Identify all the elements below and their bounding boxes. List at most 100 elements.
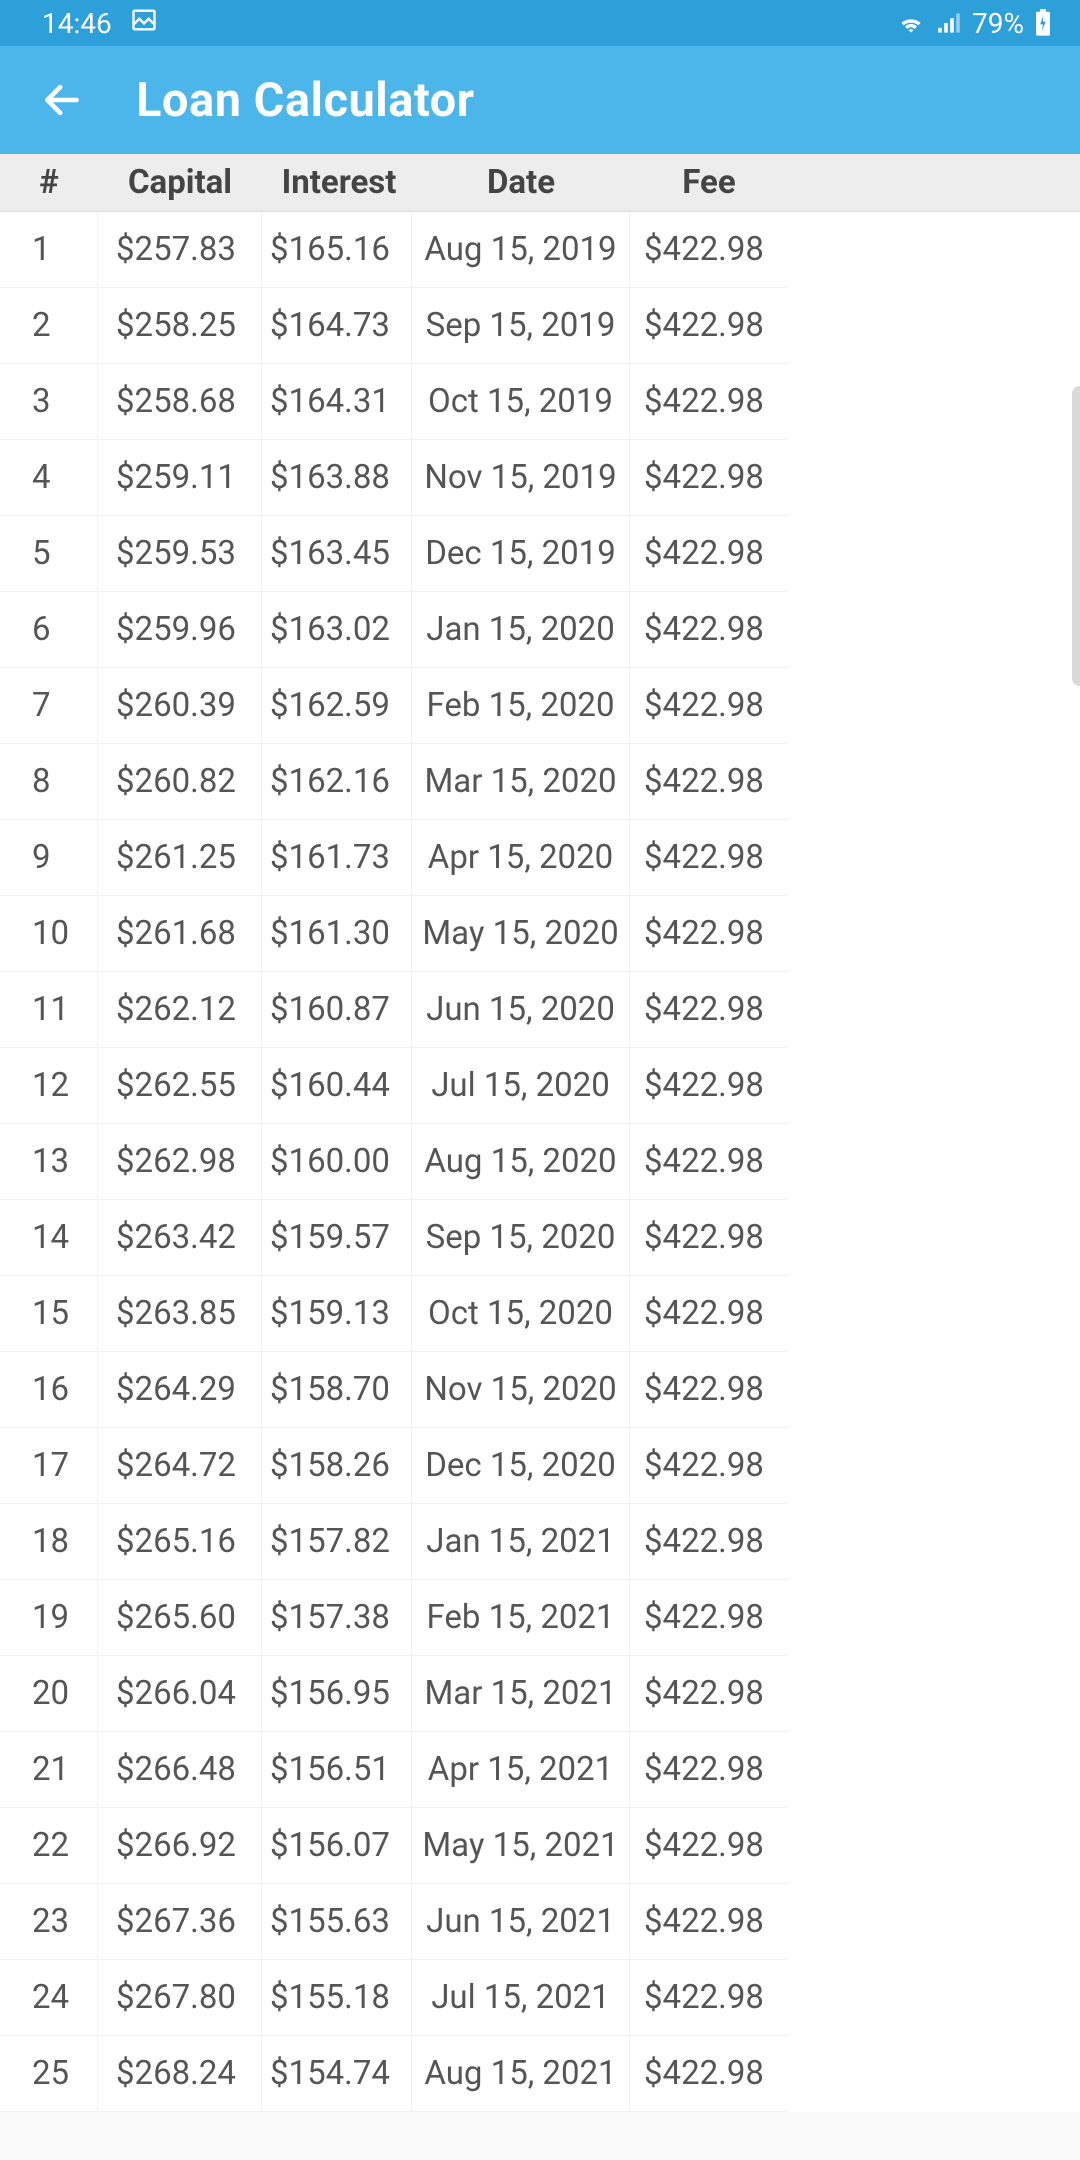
cell-date: Jul 15, 2021 [412, 1960, 630, 2036]
cell-date: Nov 15, 2020 [412, 1352, 630, 1428]
scroll-indicator[interactable] [1072, 386, 1080, 686]
cell-interest: $156.51 [262, 1732, 412, 1808]
cell-date: Jun 15, 2020 [412, 972, 630, 1048]
cell-fee: $422.98 [630, 212, 788, 288]
cell-fee: $422.98 [630, 2036, 788, 2112]
table-row: 1$257.83$165.16Aug 15, 2019$422.98 [0, 212, 1080, 288]
app-bar: Loan Calculator [0, 46, 1080, 154]
cell-capital: $267.36 [98, 1884, 262, 1960]
cell-fee: $422.98 [630, 364, 788, 440]
cell-interest: $159.57 [262, 1200, 412, 1276]
cell-date: Sep 15, 2019 [412, 288, 630, 364]
picture-icon [130, 6, 158, 41]
cell-num: 6 [0, 592, 98, 668]
table-row: 8$260.82$162.16Mar 15, 2020$422.98 [0, 744, 1080, 820]
cell-interest: $163.88 [262, 440, 412, 516]
cell-interest: $164.73 [262, 288, 412, 364]
cell-date: Jan 15, 2020 [412, 592, 630, 668]
cell-num: 4 [0, 440, 98, 516]
cell-num: 18 [0, 1504, 98, 1580]
cell-capital: $261.25 [98, 820, 262, 896]
table-row: 20$266.04$156.95Mar 15, 2021$422.98 [0, 1656, 1080, 1732]
cell-num: 16 [0, 1352, 98, 1428]
cell-num: 21 [0, 1732, 98, 1808]
cell-date: Dec 15, 2019 [412, 516, 630, 592]
header-num: # [0, 163, 98, 202]
cell-capital: $265.16 [98, 1504, 262, 1580]
table-row: 25$268.24$154.74Aug 15, 2021$422.98 [0, 2036, 1080, 2112]
cell-fee: $422.98 [630, 820, 788, 896]
cell-num: 8 [0, 744, 98, 820]
cell-num: 2 [0, 288, 98, 364]
cell-num: 25 [0, 2036, 98, 2112]
cell-date: Oct 15, 2019 [412, 364, 630, 440]
signal-icon [936, 11, 962, 35]
cell-fee: $422.98 [630, 668, 788, 744]
table-row: 4$259.11$163.88Nov 15, 2019$422.98 [0, 440, 1080, 516]
cell-fee: $422.98 [630, 1276, 788, 1352]
cell-capital: $257.83 [98, 212, 262, 288]
cell-capital: $260.82 [98, 744, 262, 820]
cell-fee: $422.98 [630, 896, 788, 972]
cell-num: 23 [0, 1884, 98, 1960]
cell-fee: $422.98 [630, 592, 788, 668]
cell-date: Aug 15, 2021 [412, 2036, 630, 2112]
cell-capital: $259.53 [98, 516, 262, 592]
cell-interest: $154.74 [262, 2036, 412, 2112]
cell-interest: $156.95 [262, 1656, 412, 1732]
cell-capital: $267.80 [98, 1960, 262, 2036]
cell-fee: $422.98 [630, 1732, 788, 1808]
cell-interest: $158.26 [262, 1428, 412, 1504]
table-row: 3$258.68$164.31Oct 15, 2019$422.98 [0, 364, 1080, 440]
cell-interest: $157.82 [262, 1504, 412, 1580]
cell-num: 3 [0, 364, 98, 440]
table-row: 21$266.48$156.51Apr 15, 2021$422.98 [0, 1732, 1080, 1808]
cell-capital: $258.68 [98, 364, 262, 440]
back-button[interactable] [36, 74, 88, 126]
battery-icon [1034, 9, 1052, 37]
cell-num: 11 [0, 972, 98, 1048]
table-row: 17$264.72$158.26Dec 15, 2020$422.98 [0, 1428, 1080, 1504]
table-row: 9$261.25$161.73Apr 15, 2020$422.98 [0, 820, 1080, 896]
cell-interest: $164.31 [262, 364, 412, 440]
table-row: 16$264.29$158.70Nov 15, 2020$422.98 [0, 1352, 1080, 1428]
table-row: 5$259.53$163.45Dec 15, 2019$422.98 [0, 516, 1080, 592]
cell-capital: $259.11 [98, 440, 262, 516]
cell-capital: $260.39 [98, 668, 262, 744]
cell-fee: $422.98 [630, 1352, 788, 1428]
cell-fee: $422.98 [630, 1808, 788, 1884]
cell-num: 13 [0, 1124, 98, 1200]
cell-date: Mar 15, 2020 [412, 744, 630, 820]
table-row: 18$265.16$157.82Jan 15, 2021$422.98 [0, 1504, 1080, 1580]
cell-date: Sep 15, 2020 [412, 1200, 630, 1276]
cell-fee: $422.98 [630, 744, 788, 820]
cell-interest: $163.02 [262, 592, 412, 668]
cell-fee: $422.98 [630, 1580, 788, 1656]
table-header: # Capital Interest Date Fee [0, 154, 1080, 212]
status-right: 79% [896, 7, 1052, 40]
cell-date: Jun 15, 2021 [412, 1884, 630, 1960]
cell-date: Nov 15, 2019 [412, 440, 630, 516]
cell-date: Oct 15, 2020 [412, 1276, 630, 1352]
cell-num: 19 [0, 1580, 98, 1656]
cell-capital: $265.60 [98, 1580, 262, 1656]
table-row: 2$258.25$164.73Sep 15, 2019$422.98 [0, 288, 1080, 364]
cell-capital: $264.29 [98, 1352, 262, 1428]
cell-capital: $262.12 [98, 972, 262, 1048]
cell-interest: $157.38 [262, 1580, 412, 1656]
cell-capital: $266.48 [98, 1732, 262, 1808]
cell-fee: $422.98 [630, 1200, 788, 1276]
cell-num: 12 [0, 1048, 98, 1124]
cell-fee: $422.98 [630, 1960, 788, 2036]
table-body[interactable]: 1$257.83$165.16Aug 15, 2019$422.982$258.… [0, 212, 1080, 2112]
cell-date: Jul 15, 2020 [412, 1048, 630, 1124]
cell-date: Mar 15, 2021 [412, 1656, 630, 1732]
cell-interest: $165.16 [262, 212, 412, 288]
status-bar: 14:46 79% [0, 0, 1080, 46]
cell-num: 9 [0, 820, 98, 896]
cell-num: 15 [0, 1276, 98, 1352]
cell-date: Aug 15, 2020 [412, 1124, 630, 1200]
table-row: 15$263.85$159.13Oct 15, 2020$422.98 [0, 1276, 1080, 1352]
cell-date: Feb 15, 2020 [412, 668, 630, 744]
cell-fee: $422.98 [630, 1656, 788, 1732]
